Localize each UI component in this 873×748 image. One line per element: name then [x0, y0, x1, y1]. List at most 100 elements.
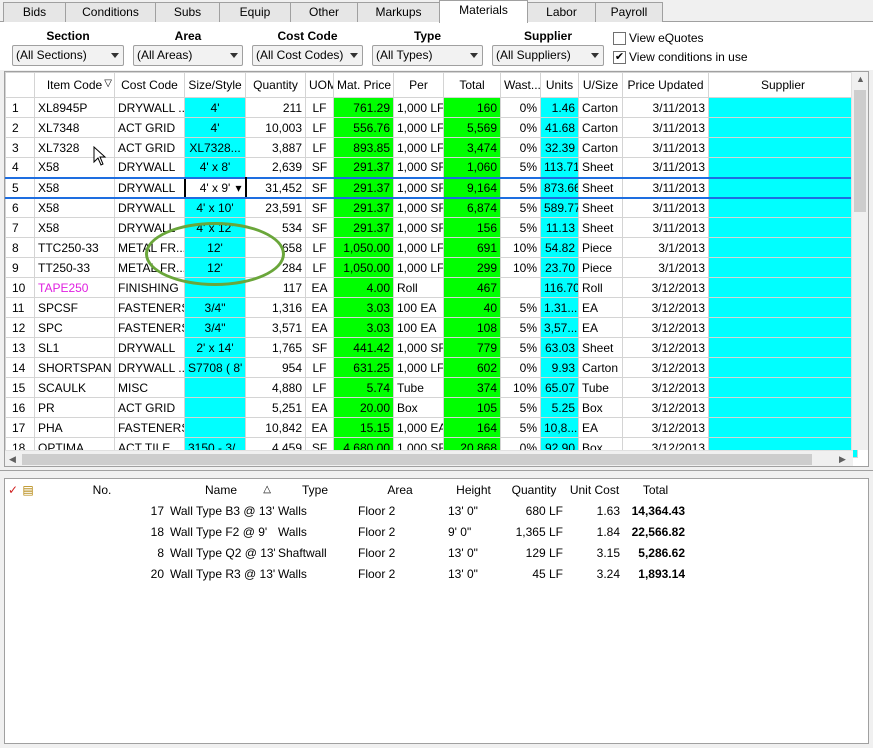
- tab-materials[interactable]: Materials: [439, 0, 528, 23]
- grid-cell[interactable]: 3,474: [443, 137, 501, 158]
- grid-cell[interactable]: 9,164: [443, 176, 501, 199]
- grid-cell[interactable]: [708, 97, 858, 118]
- grid-cell[interactable]: 105: [443, 397, 501, 418]
- column-header[interactable]: Quantity: [245, 72, 306, 98]
- table-row[interactable]: 12 SPC FASTENERS 3/4" 3,571 EA 3.03 100 EA 108 5%…: [5, 317, 858, 338]
- grid-cell[interactable]: [5, 521, 19, 542]
- grid-cell[interactable]: 5.74: [333, 377, 394, 398]
- grid-cell[interactable]: 3/11/2013: [622, 137, 709, 158]
- grid-cell[interactable]: 1,000 SF: [393, 197, 444, 218]
- grid-cell[interactable]: 65.07: [540, 377, 579, 398]
- grid-cell[interactable]: 113.71: [540, 157, 579, 178]
- column-header[interactable]: U/Size: [578, 72, 623, 98]
- grid-cell[interactable]: 5%: [500, 217, 541, 238]
- grid-cell[interactable]: 893.85: [333, 137, 394, 158]
- grid-cell[interactable]: 3/1/2013: [622, 237, 709, 258]
- grid-cell[interactable]: 10%: [500, 237, 541, 258]
- table-row[interactable]: 1 XL8945P DRYWALL ... 4' 211 LF 761.29 1,000 LF…: [5, 97, 858, 118]
- grid-cell[interactable]: [5, 500, 19, 521]
- tab-equip[interactable]: Equip: [219, 2, 291, 22]
- grid-cell[interactable]: XL7348: [34, 117, 115, 138]
- grid-cell[interactable]: EA: [578, 297, 623, 318]
- grid-cell[interactable]: [19, 542, 37, 563]
- grid-cell[interactable]: 4': [184, 117, 246, 138]
- grid-cell[interactable]: 54.82: [540, 237, 579, 258]
- grid-cell[interactable]: 3,57...: [540, 317, 579, 338]
- scroll-up-icon[interactable]: ▲: [856, 74, 865, 84]
- grid-cell[interactable]: 589.77: [540, 197, 579, 218]
- grid-cell[interactable]: METAL FR...: [114, 257, 185, 278]
- grid-cell[interactable]: 3.24: [566, 563, 623, 584]
- column-header[interactable]: UOM: [305, 72, 334, 98]
- grid-cell[interactable]: 1,000 LF: [393, 357, 444, 378]
- grid-cell[interactable]: DRYWALL: [114, 217, 185, 238]
- grid-cell[interactable]: 291.37: [333, 217, 394, 238]
- grid-cell[interactable]: 5%: [500, 176, 541, 199]
- grid-cell[interactable]: XL8945P: [34, 97, 115, 118]
- grid-cell[interactable]: Floor 2: [355, 500, 445, 521]
- grid-cell[interactable]: 1,000 SF: [393, 217, 444, 238]
- grid-cell[interactable]: 3/11/2013: [622, 176, 709, 199]
- grid-cell[interactable]: FINISHING: [114, 277, 185, 298]
- grid-cell[interactable]: 0%: [500, 357, 541, 378]
- column-header[interactable]: Size/Style: [184, 72, 246, 98]
- grid-cell[interactable]: 3.03: [333, 317, 394, 338]
- grid-cell[interactable]: 63.03: [540, 337, 579, 358]
- grid-cell[interactable]: 374: [443, 377, 501, 398]
- scroll-left-icon[interactable]: ◀: [9, 454, 16, 465]
- grid-cell[interactable]: 10%: [500, 257, 541, 278]
- grid-cell[interactable]: EA: [305, 417, 334, 438]
- scroll-thumb[interactable]: [854, 90, 866, 212]
- grid-cell[interactable]: Wall Type B3 @ 13': [167, 500, 275, 521]
- grid-cell[interactable]: ACT GRID: [114, 137, 185, 158]
- grid-cell[interactable]: 1,000 LF: [393, 237, 444, 258]
- grid-cell[interactable]: 1,365 LF: [502, 521, 566, 542]
- grid-cell[interactable]: SL1: [34, 337, 115, 358]
- grid-cell[interactable]: [184, 417, 246, 438]
- grid-cell[interactable]: 602: [443, 357, 501, 378]
- chevron-down-icon[interactable]: [111, 53, 119, 58]
- grid-cell[interactable]: LF: [305, 257, 334, 278]
- grid-cell[interactable]: 954: [245, 357, 306, 378]
- grid-cell[interactable]: SF: [305, 337, 334, 358]
- grid-cell[interactable]: [708, 277, 858, 298]
- grid-cell[interactable]: Tube: [578, 377, 623, 398]
- grid-cell[interactable]: 10%: [500, 377, 541, 398]
- grid-cell[interactable]: 2' x 14': [184, 337, 246, 358]
- tab-payroll[interactable]: Payroll: [595, 2, 663, 22]
- grid-cell[interactable]: 658: [245, 237, 306, 258]
- grid-cell[interactable]: [19, 500, 37, 521]
- grid-cell[interactable]: X58: [34, 217, 115, 238]
- grid-cell[interactable]: 4' x 12': [184, 217, 246, 238]
- grid-cell[interactable]: Piece: [578, 257, 623, 278]
- grid-cell[interactable]: Sheet: [578, 337, 623, 358]
- table-row[interactable]: 10 TAPE250 FINISHING 117 EA 4.00 Roll 467 116.70…: [5, 277, 858, 298]
- grid-cell[interactable]: 3/11/2013: [622, 97, 709, 118]
- grid-cell[interactable]: Roll: [578, 277, 623, 298]
- grid-cell[interactable]: 20.00: [333, 397, 394, 418]
- grid-cell[interactable]: Sheet: [578, 217, 623, 238]
- grid-cell[interactable]: SF: [305, 197, 334, 218]
- grid-cell[interactable]: 1,000 SF: [393, 157, 444, 178]
- tab-markups[interactable]: Markups: [357, 2, 440, 22]
- grid-cell[interactable]: 10,842: [245, 417, 306, 438]
- grid-cell[interactable]: [184, 277, 246, 298]
- grid-cell[interactable]: 14,364.43: [623, 500, 688, 521]
- grid-cell[interactable]: TTC250-33: [34, 237, 115, 258]
- grid-cell[interactable]: 5,286.62: [623, 542, 688, 563]
- grid-cell[interactable]: X58: [34, 157, 115, 178]
- grid-cell[interactable]: 5%: [500, 337, 541, 358]
- grid-cell[interactable]: 1,000 LF: [393, 137, 444, 158]
- grid-cell[interactable]: 1,893.14: [623, 563, 688, 584]
- grid-cell[interactable]: DRYWALL: [114, 176, 185, 199]
- grid-cell[interactable]: 1.31...: [540, 297, 579, 318]
- grid-cell[interactable]: 1,000 LF: [393, 117, 444, 138]
- grid-cell[interactable]: 129 LF: [502, 542, 566, 563]
- grid-cell[interactable]: 1,000 LF: [393, 97, 444, 118]
- grid-cell[interactable]: [708, 137, 858, 158]
- grid-cell[interactable]: 3.15: [566, 542, 623, 563]
- grid-cell[interactable]: 11.13: [540, 217, 579, 238]
- column-header[interactable]: Wast...: [500, 72, 541, 98]
- grid-cell[interactable]: 5,251: [245, 397, 306, 418]
- grid-cell[interactable]: 0%: [500, 137, 541, 158]
